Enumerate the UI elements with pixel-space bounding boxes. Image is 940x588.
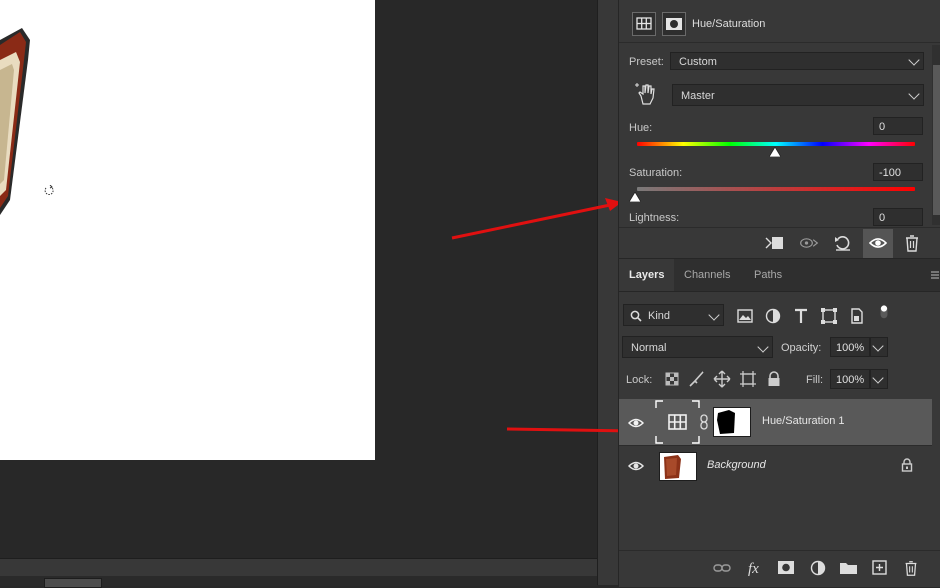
blend-mode-value: Normal <box>631 342 667 354</box>
panel-menu-icon[interactable] <box>931 271 939 279</box>
channel-value: Master <box>681 90 715 102</box>
eye-icon <box>869 238 887 248</box>
filter-toggle-icon[interactable] <box>875 303 893 321</box>
panel-divider <box>597 0 619 585</box>
chevron-down-icon <box>708 309 720 321</box>
scrollbar-thumb[interactable] <box>44 578 102 588</box>
new-group-folder-icon[interactable] <box>839 560 859 576</box>
mask-icon-button[interactable] <box>662 12 686 36</box>
hue-input[interactable]: 0 <box>873 117 923 135</box>
view-previous-state-icon[interactable] <box>799 234 819 252</box>
search-icon <box>630 310 642 322</box>
new-adjustment-layer-icon[interactable] <box>809 559 827 577</box>
properties-title: Hue/Saturation <box>692 18 766 30</box>
adjustment-icon-button[interactable] <box>632 12 656 36</box>
lock-label: Lock: <box>626 374 653 386</box>
fill-label: Fill: <box>806 374 824 386</box>
opacity-dropdown-button[interactable] <box>870 337 888 357</box>
chevron-down-icon <box>872 372 884 384</box>
lightness-label: Lightness: <box>629 212 680 224</box>
hue-label: Hue: <box>629 122 653 134</box>
adjustment-layer-thumbnail[interactable] <box>655 400 700 444</box>
properties-footer <box>619 227 940 259</box>
adjustment-layer-filter-icon[interactable] <box>764 307 782 325</box>
link-layers-icon[interactable] <box>713 561 731 575</box>
tab-layers[interactable]: Layers <box>619 259 675 291</box>
eye-icon[interactable] <box>628 460 644 472</box>
channel-dropdown[interactable]: Master <box>672 84 924 106</box>
shape-layer-filter-icon[interactable] <box>820 307 838 325</box>
filter-kind-dropdown[interactable]: Kind <box>623 304 724 326</box>
new-layer-icon[interactable] <box>871 559 889 577</box>
background-thumbnail[interactable] <box>659 452 697 481</box>
hue-slider-thumb[interactable] <box>769 147 781 157</box>
book-image <box>0 28 30 215</box>
delete-layer-icon[interactable] <box>902 559 920 577</box>
layer-row-hue-saturation[interactable]: Hue/Saturation 1 <box>619 399 932 445</box>
preset-dropdown[interactable]: Custom <box>670 52 924 70</box>
layers-bottom-toolbar: fx <box>619 550 940 587</box>
horizontal-scrollbar[interactable] <box>0 558 597 588</box>
mask-shape <box>717 410 735 434</box>
clip-to-layer-icon[interactable] <box>765 234 785 252</box>
properties-panel: Hue/Saturation Preset: Custom Master Hue… <box>618 0 940 259</box>
targeted-adjustment-hand-icon[interactable] <box>635 82 657 106</box>
type-layer-filter-icon[interactable] <box>792 307 810 325</box>
blend-mode-dropdown[interactable]: Normal <box>622 336 773 358</box>
layer-name: Hue/Saturation 1 <box>762 415 845 427</box>
chevron-down-icon <box>908 88 920 100</box>
toggle-visibility-button[interactable] <box>863 229 893 258</box>
book-thumbnail-image <box>664 455 681 479</box>
saturation-slider-track[interactable] <box>637 187 915 191</box>
annotation-arrow-saturation <box>451 198 622 240</box>
saturation-input[interactable]: -100 <box>873 163 923 181</box>
chevron-down-icon <box>872 340 884 352</box>
properties-header: Hue/Saturation <box>619 0 940 43</box>
lightness-input[interactable]: 0 <box>873 208 923 226</box>
hue-slider-track[interactable] <box>637 142 915 146</box>
fill-input[interactable]: 100% <box>830 369 870 389</box>
layers-panel: Layers Channels Paths Kind Normal Opacit… <box>618 258 940 587</box>
lock-artboard-icon[interactable] <box>739 370 757 388</box>
chevron-down-icon <box>908 54 920 66</box>
opacity-input[interactable]: 100% <box>830 337 870 357</box>
lock-icon <box>901 458 913 472</box>
layer-name: Background <box>707 459 766 471</box>
svg-text:fx: fx <box>748 561 759 577</box>
fx-icon[interactable]: fx <box>747 558 767 578</box>
lock-transparent-pixels-icon[interactable] <box>663 370 681 388</box>
eye-icon[interactable] <box>628 417 644 429</box>
link-chain-icon[interactable] <box>699 414 709 430</box>
smart-object-filter-icon[interactable] <box>848 307 866 325</box>
fill-dropdown-button[interactable] <box>870 369 888 389</box>
preset-value: Custom <box>679 56 717 68</box>
filter-kind-value: Kind <box>648 310 671 322</box>
trash-icon[interactable] <box>902 234 922 252</box>
layer-row-background[interactable]: Background <box>619 445 932 486</box>
properties-scrollbar[interactable] <box>932 45 940 225</box>
lock-position-icon[interactable] <box>713 370 731 388</box>
lock-image-pixels-icon[interactable] <box>688 370 706 388</box>
saturation-label: Saturation: <box>629 167 683 179</box>
add-mask-icon[interactable] <box>777 560 795 576</box>
tab-paths[interactable]: Paths <box>744 259 792 291</box>
chevron-down-icon <box>757 341 769 353</box>
lock-all-icon[interactable] <box>765 370 783 388</box>
tab-channels[interactable]: Channels <box>674 259 740 291</box>
document-canvas-area[interactable] <box>0 0 597 558</box>
layer-mask-thumbnail[interactable] <box>713 407 751 437</box>
layer-mask-icon <box>666 18 682 30</box>
reset-icon[interactable] <box>833 234 853 252</box>
saturation-slider-thumb[interactable] <box>629 192 641 202</box>
document-canvas[interactable] <box>0 0 375 460</box>
layers-tabs: Layers Channels Paths <box>619 259 940 292</box>
preset-label: Preset: <box>629 56 664 68</box>
rotate-cursor-icon <box>44 185 54 195</box>
opacity-label: Opacity: <box>781 342 822 354</box>
hue-sat-grid-icon <box>636 17 652 30</box>
pixel-layer-filter-icon[interactable] <box>736 307 754 325</box>
